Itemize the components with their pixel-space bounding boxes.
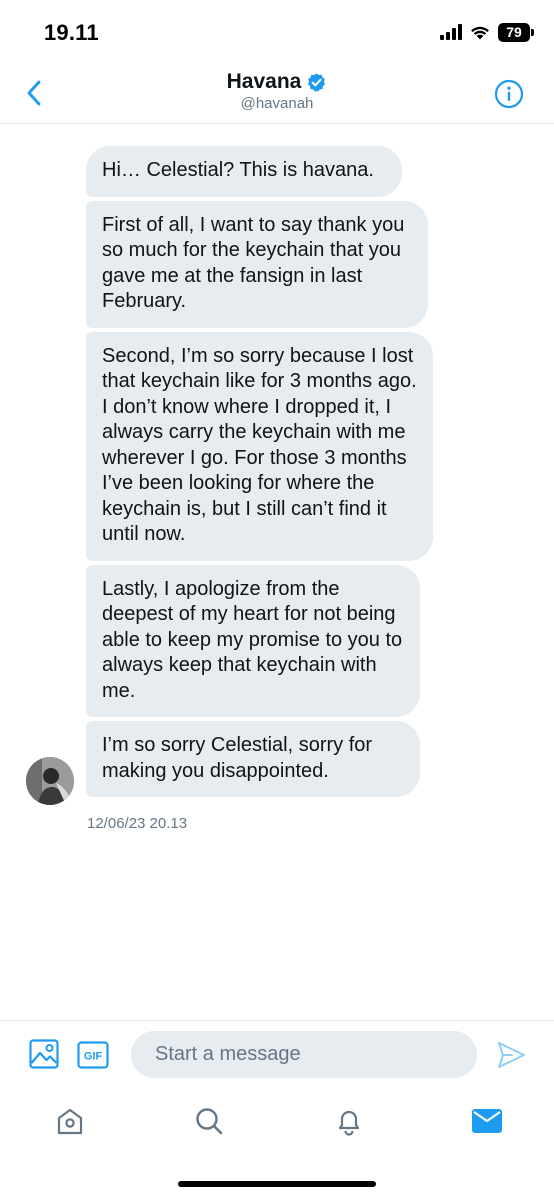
bottom-tab-bar	[0, 1088, 554, 1158]
contact-avatar-image	[26, 757, 74, 805]
tab-notifications[interactable]	[332, 1104, 366, 1138]
wifi-icon	[471, 26, 489, 40]
cellular-signal-icon	[440, 24, 462, 40]
conversation-title[interactable]: Havana @havanah	[0, 70, 554, 112]
conversation-header: Havana @havanah	[0, 62, 554, 124]
image-icon	[29, 1039, 59, 1069]
gif-icon: GIF	[77, 1041, 109, 1069]
tab-messages[interactable]	[470, 1104, 504, 1138]
svg-text:GIF: GIF	[84, 1051, 103, 1063]
mail-icon	[472, 1109, 502, 1133]
status-bar: 19.11 79	[0, 0, 554, 62]
message-bubble[interactable]: I’m so sorry Celestial, sorry for making…	[86, 721, 420, 797]
home-indicator	[178, 1181, 376, 1187]
message-composer: GIF	[0, 1020, 554, 1088]
battery-indicator: 79	[498, 22, 534, 42]
avatar[interactable]	[26, 757, 74, 805]
verified-badge-icon	[308, 72, 326, 92]
send-icon	[498, 1042, 525, 1068]
message-timestamp: 12/06/23 20.13	[87, 815, 188, 832]
tab-home[interactable]	[53, 1104, 87, 1138]
status-indicators: 79	[440, 22, 534, 42]
message-bubble[interactable]: First of all, I want to say thank you so…	[86, 200, 428, 328]
message-bubble[interactable]: Hi… Celestial? This is havana.	[86, 146, 402, 197]
home-icon	[57, 1108, 83, 1135]
tab-search[interactable]	[192, 1104, 226, 1138]
message-bubble[interactable]: Lastly, I apologize from the deepest of …	[86, 564, 420, 717]
info-icon	[494, 79, 524, 109]
info-button[interactable]	[494, 79, 524, 109]
bell-icon	[338, 1110, 360, 1136]
message-input[interactable]	[131, 1031, 477, 1078]
status-time: 19.11	[44, 20, 99, 45]
search-icon	[196, 1108, 223, 1135]
add-image-button[interactable]	[28, 1038, 60, 1070]
message-bubble[interactable]: Second, I’m so sorry because I lost that…	[86, 331, 433, 561]
add-gif-button[interactable]: GIF	[77, 1041, 109, 1069]
message-thread: Hi… Celestial? This is havana. First of …	[86, 146, 446, 801]
contact-handle: @havanah	[240, 95, 314, 112]
send-button[interactable]	[496, 1040, 526, 1070]
contact-name: Havana	[226, 70, 302, 93]
